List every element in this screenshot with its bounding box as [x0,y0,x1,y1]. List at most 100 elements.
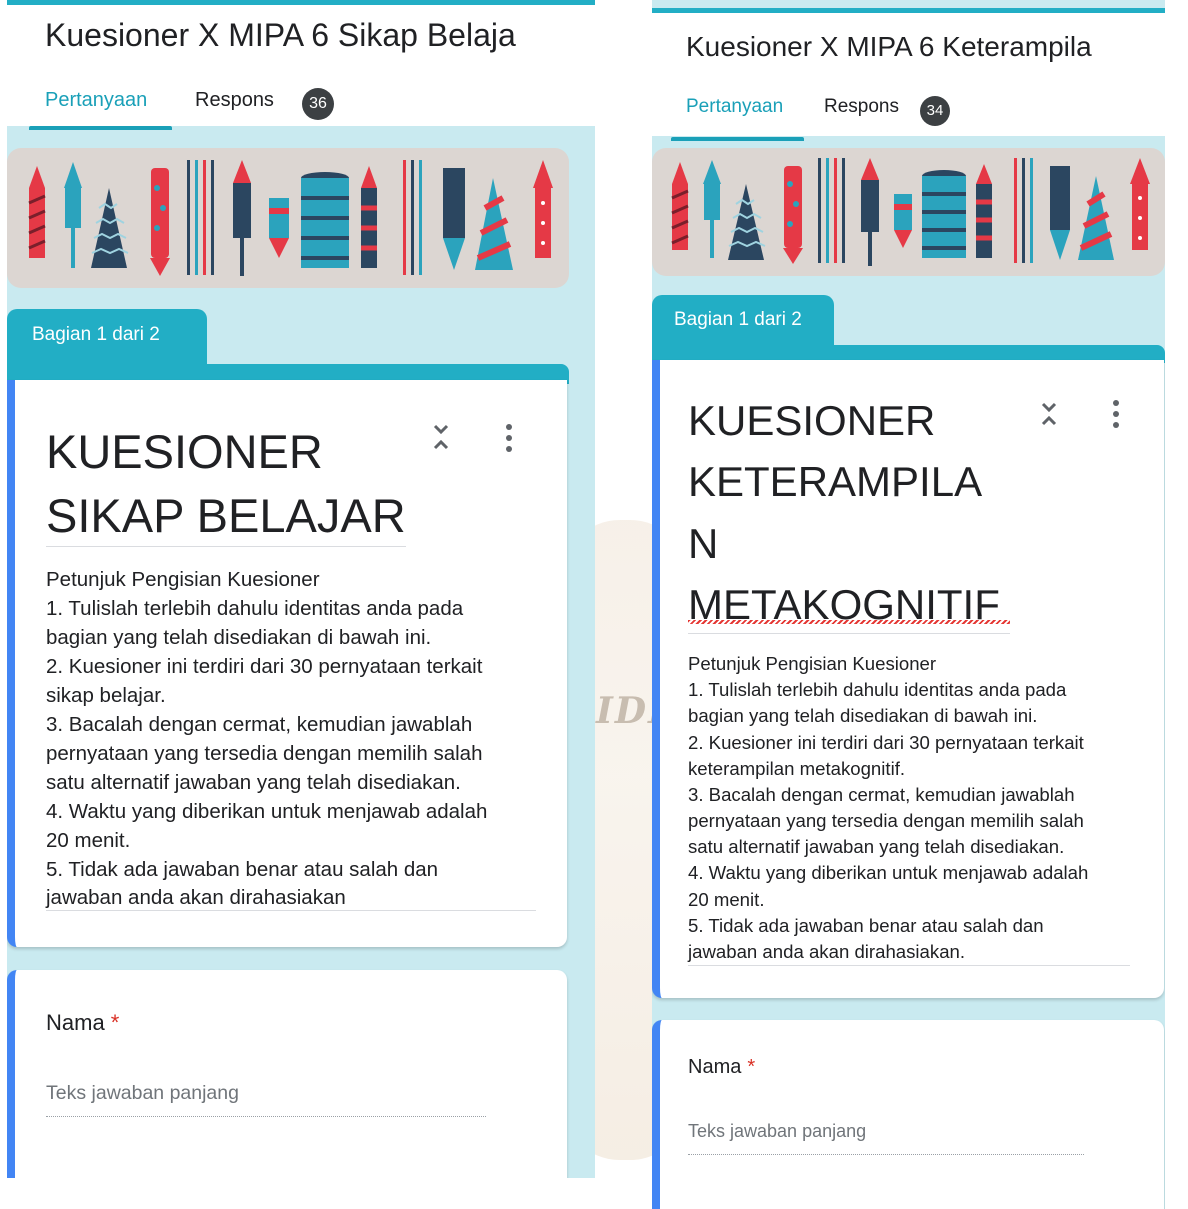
form-title: Kuesioner X MIPA 6 Sikap Belaja [45,17,516,53]
answer-placeholder[interactable]: Teks jawaban panjang [688,1121,866,1142]
form-title: Kuesioner X MIPA 6 Keterampila [686,31,1092,62]
cone-1 [728,184,766,260]
required-asterisk: * [747,1056,756,1078]
question-title: Nama [46,1010,105,1035]
section-title-line: METAKOGNITIF [688,580,1000,628]
rocket-4 [361,166,377,268]
description-line: 2. Kuesioner ini terdiri dari 30 pernyat… [46,655,483,678]
rocket-4 [976,164,992,258]
section-title-line: SIKAP BELAJAR [46,488,406,542]
drum-1 [301,172,349,268]
description-line: satu alternatif jawaban yang telah dised… [688,836,1065,857]
description-line: 20 menit. [46,829,131,852]
sticks-1 [187,160,214,275]
tab-responses[interactable]: Respons [824,96,899,118]
cone-1 [91,188,129,268]
rocket-6 [1130,158,1150,250]
sticks-2 [403,160,422,275]
section-title-line: N [688,519,719,567]
description-line: 4. Waktu yang diberikan untuk menjawab a… [688,862,1089,883]
description-line: jawaban anda akan dirahasiakan. [688,941,966,962]
description-line: keterampilan metakognitif. [688,758,906,779]
right-form-screen: Kuesioner X MIPA 6 Keterampila Pertanyaa… [652,0,1165,1209]
section-title[interactable]: KUESIONER KETERAMPILA N METAKOGNITIF [688,390,1000,635]
bomb-1 [894,194,912,248]
question-label: Nama * [688,1056,755,1079]
section-tab[interactable]: Bagian 1 dari 2 [7,309,207,369]
rocket-1 [28,166,46,258]
description-line: satu alternatif jawaban yang telah dised… [46,771,461,794]
rocket-3 [861,158,879,266]
description-line: 2. Kuesioner ini terdiri dari 30 pernyat… [688,732,1084,753]
description-line: 20 menit. [688,889,765,910]
tab-questions[interactable]: Pertanyaan [45,89,147,112]
answer-placeholder[interactable]: Teks jawaban panjang [46,1082,239,1105]
description-line: Petunjuk Pengisian Kuesioner [46,568,320,591]
description-line: pernyataan yang tersedia dengan memilih … [688,810,1084,831]
active-tab-indicator [671,137,804,141]
description-line: bagian yang telah disediakan di bawah in… [688,705,1038,726]
rocket-6 [533,160,553,258]
more-vert-icon[interactable] [505,424,513,452]
description-line: 3. Bacalah dengan cermat, kemudian jawab… [46,713,473,736]
description-line: jawaban anda akan dirahasiakan [46,886,346,909]
collapse-section-icon[interactable] [1038,400,1060,428]
candle-1 [783,166,803,264]
active-tab-indicator [29,126,172,130]
answer-field-underline [688,1154,1084,1155]
description-field-underline [46,910,536,911]
description-line: sikap belajar. [46,684,166,707]
fireworks-illustration [28,160,553,276]
required-asterisk: * [110,1010,120,1035]
header-banner-image [652,148,1165,276]
question-card-nama[interactable]: Nama * Teks jawaban panjang [652,1020,1164,1209]
rocket-1 [671,162,689,250]
spellcheck-underline [688,620,1010,624]
cone-2 [1078,176,1114,260]
sticks-1 [818,158,845,263]
description-line: 5. Tidak ada jawaban benar atau salah da… [46,858,439,881]
description-line: Petunjuk Pengisian Kuesioner [688,653,937,674]
description-line: 1. Tulislah terlebih dahulu identitas an… [688,679,1067,700]
left-form-screen: Kuesioner X MIPA 6 Sikap Belaja Pertanya… [7,0,595,1178]
rocket-2 [64,162,82,268]
description-line: 1. Tulislah terlebih dahulu identitas an… [46,597,464,620]
description-line: pernyataan yang tersedia dengan memilih … [46,742,483,765]
rocket-5 [1050,166,1070,260]
description-line: bagian yang telah disediakan di bawah in… [46,626,432,649]
section-title-line: KUESIONER [46,425,323,478]
description-field-underline [688,965,1130,966]
rocket-2 [703,160,721,258]
fireworks-illustration [671,158,1150,266]
sticks-2 [1014,158,1033,263]
section-tab[interactable]: Bagian 1 dari 2 [652,295,834,351]
question-label: Nama * [46,1010,119,1036]
form-header: Kuesioner X MIPA 6 Keterampila Pertanyaa… [652,8,1165,141]
rocket-5 [443,168,465,270]
title-field-underline [46,546,406,547]
title-field-underline [688,633,1010,634]
description-line: 4. Waktu yang diberikan untuk menjawab a… [46,800,488,823]
section-intro-card[interactable]: KUESIONER SIKAP BELAJAR Petunjuk Pengisi… [7,380,567,947]
rocket-3 [233,160,251,276]
response-count-badge: 34 [920,96,950,126]
collapse-section-icon[interactable] [429,422,453,452]
candle-1 [150,168,170,276]
section-title-line: KUESIONER [688,397,936,444]
description-line: 5. Tidak ada jawaban benar atau salah da… [688,915,1044,936]
section-title-line: KETERAMPILA [688,458,983,506]
question-title: Nama [688,1056,742,1078]
tab-responses[interactable]: Respons [195,89,274,112]
question-card-nama[interactable]: Nama * Teks jawaban panjang [7,970,567,1178]
more-vert-icon[interactable] [1112,400,1120,428]
header-banner-image [7,148,569,288]
tab-questions[interactable]: Pertanyaan [686,96,783,118]
section-intro-card[interactable]: KUESIONER KETERAMPILA N METAKOGNITIF Pet… [652,360,1164,998]
form-header: Kuesioner X MIPA 6 Sikap Belaja Pertanya… [7,0,595,130]
response-count-badge: 36 [302,88,334,120]
bomb-1 [269,198,289,258]
drum-1 [922,170,966,258]
section-title[interactable]: KUESIONER SIKAP BELAJAR [46,420,406,548]
cone-2 [475,178,513,270]
answer-field-underline [46,1116,486,1117]
